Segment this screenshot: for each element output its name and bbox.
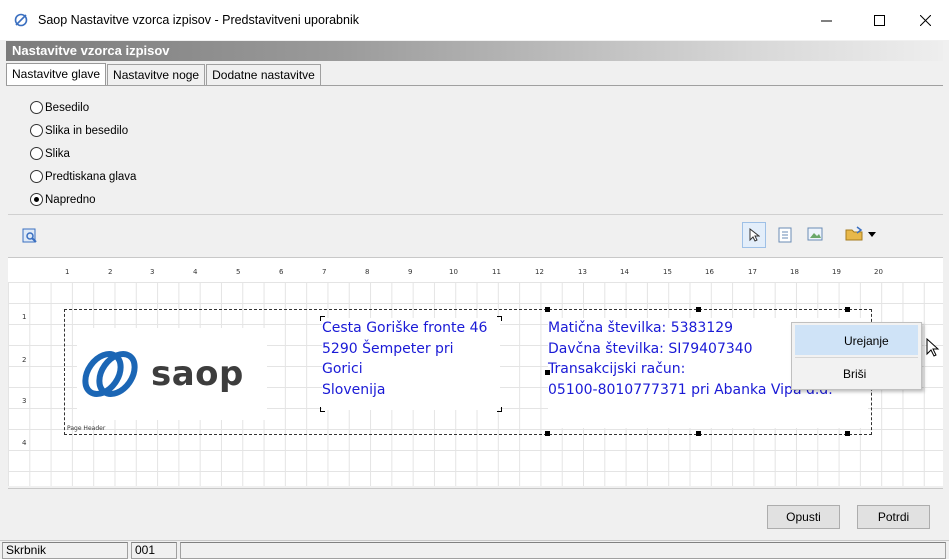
ruler-left-mark: 4 [22,439,27,447]
ruler-mark: 17 [748,268,757,276]
text-tool-icon[interactable] [778,227,792,243]
ruler-mark: 19 [832,268,841,276]
close-button[interactable] [902,0,948,40]
status-bar: Skrbnik 001 [0,540,949,559]
status-user: Skrbnik [2,542,128,559]
saop-logo-icon [82,351,138,397]
radio-button[interactable] [30,170,43,183]
ruler-mark: 16 [705,268,714,276]
title-bar: Saop Nastavitve vzorca izpisov - Predsta… [0,0,949,40]
radio-besedilo[interactable]: Besedilo [30,96,136,119]
minimize-button[interactable] [803,0,849,40]
company-logo[interactable]: saop [77,328,267,420]
status-empty [180,542,946,559]
corner-mark [497,407,502,412]
radio-button-selected[interactable] [30,193,43,206]
header-type-radio-group: Besedilo Slika in besedilo Slika Predtis… [30,96,136,211]
open-folder-icon[interactable] [845,226,865,242]
image-tool-icon[interactable] [807,227,823,241]
selection-handle[interactable] [545,431,550,436]
ruler-mark: 18 [790,268,799,276]
tab-header-settings[interactable]: Nastavitve glave [6,63,107,85]
menu-item-urejanje[interactable]: Urejanje [795,325,918,355]
tab-additional-settings[interactable]: Dodatne nastavitve [206,64,321,85]
ruler-mark: 14 [620,268,629,276]
band-label: Page Header [67,425,106,432]
radio-label: Napredno [45,193,96,206]
ruler-mark: 20 [874,268,883,276]
radio-slika[interactable]: Slika [30,142,136,165]
dialog-button-bar: Opusti Potrdi [8,488,943,538]
radio-predtiskana-glava[interactable]: Predtiskana glava [30,165,136,188]
ruler-mark: 11 [492,268,501,276]
ruler-mark: 2 [108,268,113,276]
selection-handle[interactable] [845,307,850,312]
radio-label: Predtiskana glava [45,170,137,183]
preview-icon[interactable] [22,228,38,244]
ruler-mark: 6 [279,268,284,276]
radio-button[interactable] [30,124,43,137]
selection-handle[interactable] [845,431,850,436]
radio-label: Slika [45,147,70,160]
saop-app-icon [14,13,28,27]
radio-button[interactable] [30,101,43,114]
radio-slika-in-besedilo[interactable]: Slika in besedilo [30,119,136,142]
ruler-left-mark: 2 [22,356,27,364]
dropdown-arrow-icon[interactable] [868,232,876,237]
corner-mark [320,407,325,412]
ruler-mark: 12 [535,268,544,276]
window-title: Saop Nastavitve vzorca izpisov - Predsta… [38,13,359,27]
ruler-mark: 10 [449,268,458,276]
cancel-button[interactable]: Opusti [767,505,840,529]
ruler-left-mark: 1 [22,313,27,321]
confirm-button[interactable]: Potrdi [857,505,930,529]
section-header: Nastavitve vzorca izpisov [6,41,943,61]
mouse-cursor-icon [926,337,940,361]
selection-handle[interactable] [545,307,550,312]
ruler-mark: 1 [65,268,70,276]
maximize-button[interactable] [856,0,902,40]
address-text-box[interactable]: Cesta Goriške fronte 46 5290 Šempeter pr… [320,316,502,412]
address-line: Slovenija [322,381,386,398]
address-line: Gorici [322,361,363,377]
menu-item-brisi[interactable]: Briši [795,359,918,389]
address-line: 5290 Šempeter pri [322,340,454,357]
ruler-top: 1 2 3 4 5 6 7 8 9 10 11 12 13 14 15 16 1… [8,258,943,282]
menu-separator [795,357,918,358]
ruler-mark: 3 [150,268,155,276]
logo-wordmark: saop [151,354,244,394]
ruler-mark: 15 [663,268,672,276]
radio-napredno[interactable]: Napredno [30,188,136,211]
pointer-tool-icon[interactable] [742,222,766,248]
selection-handle[interactable] [545,370,550,375]
address-line: Cesta Goriške fronte 46 [322,320,488,336]
context-menu: Urejanje Briši [791,322,922,390]
ruler-mark: 8 [365,268,370,276]
selection-handle[interactable] [696,431,701,436]
tab-divider [6,85,943,86]
status-code: 001 [131,542,177,559]
designer-toolbar [8,214,943,256]
ruler-mark: 5 [236,268,241,276]
selection-handle[interactable] [696,307,701,312]
tab-strip: Nastavitve glave Nastavitve noge Dodatne… [6,63,322,85]
corner-mark [320,316,325,321]
tab-footer-settings[interactable]: Nastavitve noge [107,64,206,85]
ruler-left-mark: 3 [22,397,27,405]
corner-mark [497,316,502,321]
radio-button[interactable] [30,147,43,160]
page-header-band[interactable]: saop Cesta Goriške fronte 46 5290 Šempet… [64,307,872,436]
radio-label: Besedilo [45,101,90,114]
ruler-mark: 7 [322,268,327,276]
ruler-mark: 13 [578,268,587,276]
ruler-mark: 9 [408,268,413,276]
radio-label: Slika in besedilo [45,124,129,137]
ruler-mark: 4 [193,268,198,276]
